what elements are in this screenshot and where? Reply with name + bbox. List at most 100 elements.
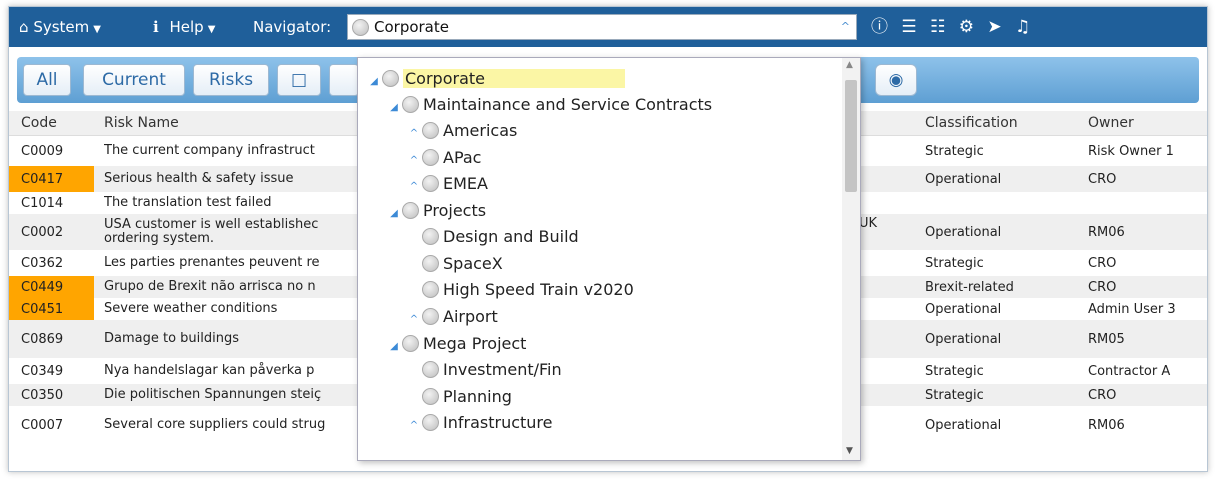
tree-node-apac[interactable]: ^ APac (406, 145, 482, 171)
risk-name[interactable]: Nya handelslagar kan påverka p (104, 358, 344, 384)
header-risk-name[interactable]: Risk Name (104, 111, 179, 135)
chevron-up-icon[interactable]: ^ (841, 15, 850, 39)
folder-icon: □ (290, 70, 308, 90)
risk-classification: Operational (925, 224, 1002, 240)
status-circle-icon (422, 148, 439, 166)
risk-name[interactable]: USA customer is well establishec orderin… (104, 214, 344, 250)
all-button[interactable]: All (23, 64, 71, 96)
bell-icon[interactable]: ♫ (1015, 17, 1030, 37)
tree-node-investment[interactable]: Investment/Fin (406, 357, 562, 383)
list-icon[interactable]: ☰ (901, 17, 916, 37)
tree-node-planning[interactable]: Planning (406, 384, 512, 410)
navigator-select[interactable]: Corporate ^ (347, 14, 857, 40)
tree-node-americas[interactable]: ^ Americas (406, 118, 518, 147)
tree-node-maintainance[interactable]: ◢ Maintainance and Service Contracts (386, 92, 712, 118)
risk-code[interactable]: C0362 (9, 250, 94, 276)
risk-owner: Admin User 3 (1088, 301, 1176, 317)
collapse-icon[interactable]: ◢ (366, 69, 382, 95)
tree-node-label: SpaceX (443, 254, 503, 273)
status-circle-icon (352, 19, 369, 36)
help-menu[interactable]: i Help ▼ (153, 7, 215, 47)
pointer-icon[interactable]: ➤ (987, 17, 1001, 37)
header-owner[interactable]: Owner (1088, 111, 1134, 135)
collapse-icon[interactable]: ◢ (386, 201, 402, 227)
risk-code[interactable]: C0002 (9, 214, 94, 250)
tree-node-mega-project[interactable]: ◢ Mega Project (386, 331, 526, 357)
scrollbar-thumb[interactable] (845, 80, 857, 192)
risk-name[interactable]: Damage to buildings (104, 320, 344, 358)
risk-name[interactable]: Severe weather conditions (104, 298, 344, 320)
status-circle-icon (422, 174, 439, 192)
tree-node-label: Mega Project (423, 334, 527, 353)
view-button[interactable]: ◉ (875, 64, 917, 96)
app-window: ⌂ System ▼ i Help ▼ Navigator: Corporate ^… (8, 6, 1208, 472)
tree-node-corporate[interactable]: ◢ Corporate (366, 66, 625, 92)
risk-code[interactable]: C0417 (9, 166, 94, 192)
status-circle-icon (422, 413, 439, 431)
status-circle-icon (402, 95, 419, 113)
more-button[interactable] (329, 64, 359, 96)
expand-icon[interactable]: ^ (406, 174, 422, 200)
tree-node-spacex[interactable]: SpaceX (406, 251, 503, 277)
risk-owner: RM06 (1088, 224, 1125, 240)
collapse-icon[interactable]: ◢ (386, 334, 402, 360)
status-circle-icon (422, 360, 439, 378)
risk-classification: Strategic (925, 363, 984, 379)
tree-node-emea[interactable]: ^ EMEA (406, 171, 488, 197)
risk-owner: Contractor A (1088, 363, 1171, 379)
tree-node-label: Planning (443, 387, 512, 406)
status-circle-icon (422, 387, 439, 405)
risk-name[interactable]: Several core suppliers could strug (104, 406, 344, 444)
risk-name[interactable]: Serious health & safety issue (104, 166, 344, 192)
status-circle-icon (422, 307, 439, 325)
risk-code[interactable]: C0449 (9, 276, 94, 298)
risk-code[interactable]: C0009 (9, 136, 94, 166)
risk-classification: Brexit-related (925, 279, 1014, 295)
risk-classification: Operational (925, 331, 1002, 347)
expand-icon[interactable]: ^ (406, 413, 422, 439)
info-circle-icon[interactable]: ⓘ (871, 17, 888, 37)
tree-node-infrastructure[interactable]: ^ Infrastructure (406, 410, 553, 439)
risk-classification: Operational (925, 301, 1002, 317)
risk-code[interactable]: C0451 (9, 298, 94, 320)
tree-node-airport[interactable]: ^ Airport (406, 304, 498, 330)
current-button[interactable]: Current (83, 64, 185, 96)
system-menu[interactable]: ⌂ System ▼ (19, 7, 101, 47)
collapse-icon[interactable]: ◢ (386, 95, 402, 121)
risk-name[interactable]: The translation test failed (104, 192, 344, 214)
header-classification[interactable]: Classification (925, 111, 1018, 135)
tree-node-high-speed-train[interactable]: High Speed Train v2020 (406, 277, 634, 303)
gear-icon[interactable]: ⚙ (959, 17, 974, 37)
sitemap-icon[interactable]: ☷ (930, 17, 945, 37)
risk-code[interactable]: C0349 (9, 358, 94, 384)
risk-code[interactable]: C0869 (9, 320, 94, 358)
navigator-dropdown[interactable]: ◢ Corporate ◢ Maintainance and Service Con… (357, 57, 861, 461)
scroll-up-icon[interactable]: ▲ (846, 60, 853, 70)
folder-button[interactable]: □ (277, 64, 321, 96)
risk-name-line2: ordering system. (104, 231, 215, 246)
risk-name[interactable]: Les parties prenantes peuvent re (104, 250, 344, 276)
risk-name[interactable]: The current company infrastruct (104, 136, 344, 166)
tree-node-label: APac (443, 148, 482, 167)
risk-code[interactable]: C1014 (9, 192, 94, 214)
system-menu-label: System (33, 18, 90, 36)
scroll-down-icon[interactable]: ▼ (846, 446, 853, 456)
eye-icon: ◉ (888, 70, 904, 90)
status-circle-icon (422, 121, 439, 139)
caret-down-icon: ▼ (93, 24, 101, 35)
risk-code[interactable]: C0007 (9, 406, 94, 444)
tree-node-projects[interactable]: ◢ Projects (386, 198, 486, 224)
dropdown-scrollbar[interactable]: ▲ ▼ (842, 58, 860, 460)
risk-name[interactable]: Grupo de Brexit não arrisca no n (104, 276, 344, 298)
tree-node-design-build[interactable]: Design and Build (406, 224, 579, 250)
risk-classification: Operational (925, 417, 1002, 433)
expand-icon[interactable]: ^ (406, 121, 422, 147)
risk-name[interactable]: Die politischen Spannungen steiç (104, 384, 344, 406)
tree-node-label: High Speed Train v2020 (443, 280, 634, 299)
header-code[interactable]: Code (21, 111, 57, 135)
expand-icon[interactable]: ^ (406, 307, 422, 333)
risks-button[interactable]: Risks (193, 64, 269, 96)
risk-classification: Strategic (925, 143, 984, 159)
risk-owner: CRO (1088, 279, 1117, 295)
risk-code[interactable]: C0350 (9, 384, 94, 406)
